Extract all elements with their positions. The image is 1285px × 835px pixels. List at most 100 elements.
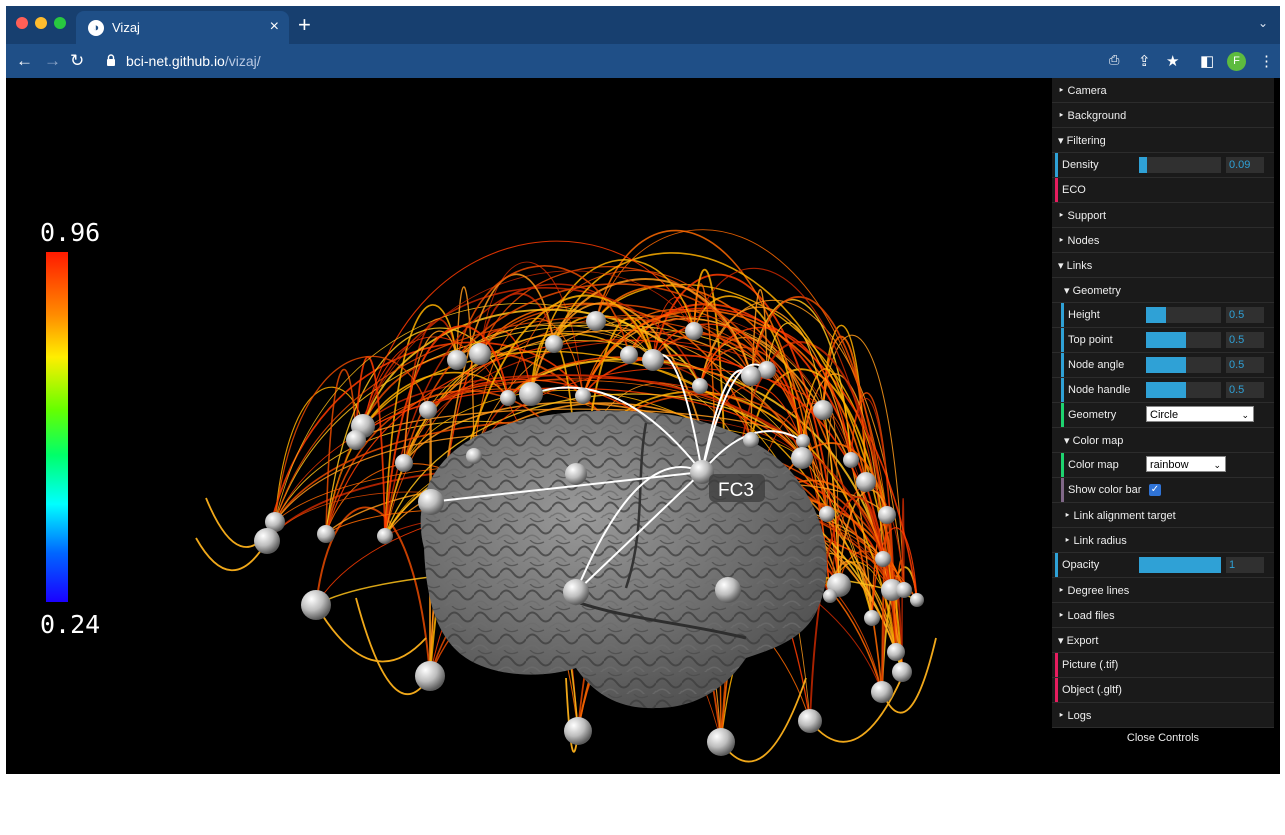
folder-geometry-label: ▾ Geometry bbox=[1064, 285, 1121, 297]
folder-camera-label: ‣ Camera bbox=[1058, 85, 1107, 97]
folder-export-label: ▾ Export bbox=[1058, 635, 1099, 647]
address-bar[interactable]: bci-net.github.io/vizaj/ bbox=[96, 49, 1096, 73]
density-input[interactable]: 0.09 bbox=[1226, 157, 1264, 173]
tab-search-icon[interactable]: ⌄ bbox=[1258, 16, 1268, 30]
export-picture-button[interactable]: Picture (.tif) bbox=[1052, 653, 1274, 678]
share-icon[interactable]: ⇪ bbox=[1138, 52, 1151, 70]
height-label: Height bbox=[1068, 309, 1100, 321]
electrode-node bbox=[545, 335, 563, 353]
electrode-node bbox=[910, 593, 924, 607]
electrode-node bbox=[418, 489, 444, 515]
forward-arrow-icon[interactable]: → bbox=[44, 51, 61, 71]
geometry-select[interactable]: Circle ⌄ bbox=[1146, 406, 1254, 422]
electrode-node bbox=[346, 430, 366, 450]
link-arc bbox=[720, 677, 807, 763]
electrode-node bbox=[519, 382, 543, 406]
color-map-select[interactable]: rainbow ⌄ bbox=[1146, 456, 1226, 472]
opacity-slider-fill bbox=[1139, 557, 1221, 573]
electrode-node bbox=[715, 577, 741, 603]
function-indicator bbox=[1055, 178, 1058, 202]
brain-connectivity-scene[interactable]: FC3 bbox=[6, 78, 1051, 774]
folder-color-map-label: ▾ Color map bbox=[1064, 435, 1124, 447]
electrode-node bbox=[819, 506, 835, 522]
node-handle-slider[interactable] bbox=[1146, 382, 1221, 398]
opacity-slider[interactable] bbox=[1139, 557, 1221, 573]
number-indicator bbox=[1061, 303, 1064, 327]
boolean-indicator bbox=[1061, 478, 1064, 502]
folder-nodes[interactable]: ‣ Nodes bbox=[1052, 228, 1274, 253]
folder-support[interactable]: ‣ Support bbox=[1052, 203, 1274, 228]
folder-filtering[interactable]: ▾ Filtering bbox=[1052, 128, 1274, 153]
opacity-input[interactable]: 1 bbox=[1226, 557, 1264, 573]
close-tab-icon[interactable]: × bbox=[270, 18, 279, 36]
node-angle-label: Node angle bbox=[1068, 359, 1125, 371]
electrode-node bbox=[896, 582, 912, 598]
height-slider[interactable] bbox=[1146, 307, 1221, 323]
electrode-node bbox=[377, 528, 393, 544]
show-color-bar-checkbox[interactable]: ✓ bbox=[1149, 484, 1161, 496]
export-label: Export bbox=[1066, 635, 1099, 647]
node-angle-slider-fill bbox=[1146, 357, 1186, 373]
vizaj-viewport[interactable]: 0.96 0.24 FC3 ‣ Camera ‣ Background ▾ Fi… bbox=[6, 78, 1280, 774]
electrode-node bbox=[864, 610, 880, 626]
profile-avatar[interactable]: F bbox=[1227, 52, 1246, 71]
density-slider[interactable] bbox=[1139, 157, 1221, 173]
close-window-button[interactable] bbox=[16, 17, 28, 29]
browser-tab[interactable]: ◑ Vizaj × bbox=[76, 11, 289, 44]
folder-link-alignment-target-label: ‣ Link alignment target bbox=[1064, 510, 1176, 522]
folder-degree-lines[interactable]: ‣ Degree lines bbox=[1052, 578, 1274, 603]
export-object-label: Object (.gltf) bbox=[1062, 684, 1122, 696]
side-panel-icon[interactable]: ◧ bbox=[1200, 52, 1214, 70]
height-slider-fill bbox=[1146, 307, 1166, 323]
links-label: Links bbox=[1066, 260, 1093, 272]
node-angle-input[interactable]: 0.5 bbox=[1226, 357, 1264, 373]
folder-support-label: ‣ Support bbox=[1058, 210, 1107, 222]
close-controls-button[interactable]: Close Controls bbox=[1052, 728, 1274, 750]
folder-color-map[interactable]: ▾ Color map bbox=[1052, 428, 1274, 453]
electrode-node bbox=[565, 463, 587, 485]
back-arrow-icon[interactable]: ← bbox=[16, 51, 33, 71]
reload-icon[interactable]: ↻ bbox=[70, 51, 84, 71]
height-input[interactable]: 0.5 bbox=[1226, 307, 1264, 323]
maximize-window-button[interactable] bbox=[54, 17, 66, 29]
node-angle-slider[interactable] bbox=[1146, 357, 1221, 373]
folder-links[interactable]: ▾ Links bbox=[1052, 253, 1274, 278]
folder-camera[interactable]: ‣ Camera bbox=[1052, 78, 1274, 103]
new-tab-button[interactable]: + bbox=[298, 12, 311, 38]
folder-background[interactable]: ‣ Background bbox=[1052, 103, 1274, 128]
top-point-slider-fill bbox=[1146, 332, 1186, 348]
export-object-button[interactable]: Object (.gltf) bbox=[1052, 678, 1274, 703]
camera-label: Camera bbox=[1067, 85, 1107, 97]
folder-load-files[interactable]: ‣ Load files bbox=[1052, 603, 1274, 628]
density-control: Density 0.09 bbox=[1052, 153, 1274, 178]
electrode-node bbox=[741, 366, 761, 386]
eco-button[interactable]: ECO bbox=[1052, 178, 1274, 203]
show-color-bar-label: Show color bar bbox=[1068, 484, 1142, 496]
node-handle-input[interactable]: 0.5 bbox=[1226, 382, 1264, 398]
folder-export[interactable]: ▾ Export bbox=[1052, 628, 1274, 653]
link-arc bbox=[315, 604, 427, 663]
translate-icon[interactable]: ⎙ bbox=[1109, 52, 1119, 68]
url-text: bci-net.github.io/vizaj/ bbox=[126, 53, 261, 69]
folder-geometry[interactable]: ▾ Geometry bbox=[1052, 278, 1274, 303]
bookmark-star-icon[interactable]: ★ bbox=[1166, 52, 1179, 70]
minimize-window-button[interactable] bbox=[35, 17, 47, 29]
folder-link-radius[interactable]: ‣ Link radius bbox=[1052, 528, 1274, 553]
folder-link-alignment-target[interactable]: ‣ Link alignment target bbox=[1052, 503, 1274, 528]
eco-label: ECO bbox=[1062, 184, 1086, 196]
more-menu-icon[interactable]: ⋮ bbox=[1259, 52, 1274, 70]
electrode-node bbox=[796, 434, 810, 448]
browser-toolbar: ← → ↻ bci-net.github.io/vizaj/ ⎙ ⇪ ★ ◧ F… bbox=[6, 44, 1280, 78]
load-files-label: Load files bbox=[1067, 610, 1115, 622]
folder-links-label: ▾ Links bbox=[1058, 260, 1093, 272]
electrode-node bbox=[823, 589, 837, 603]
support-label: Support bbox=[1067, 210, 1107, 222]
top-point-slider[interactable] bbox=[1146, 332, 1221, 348]
number-indicator bbox=[1061, 353, 1064, 377]
folder-logs[interactable]: ‣ Logs bbox=[1052, 703, 1274, 728]
top-point-input[interactable]: 0.5 bbox=[1226, 332, 1264, 348]
nodes-label: Nodes bbox=[1067, 235, 1100, 247]
electrode-node bbox=[301, 590, 331, 620]
electrode-node bbox=[642, 349, 664, 371]
logs-label: Logs bbox=[1067, 710, 1092, 722]
